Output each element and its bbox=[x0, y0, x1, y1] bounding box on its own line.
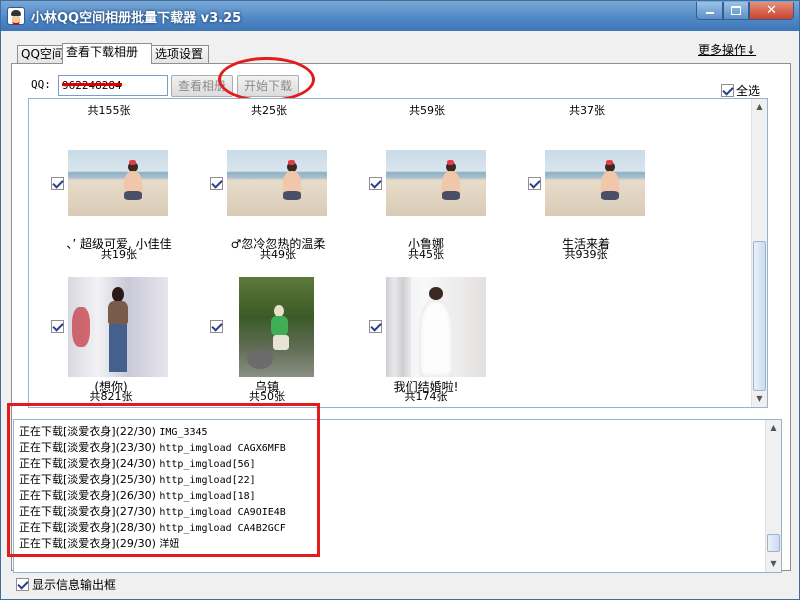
select-all-checkbox[interactable]: 全选 bbox=[721, 82, 760, 99]
annotation-rectangle bbox=[7, 403, 320, 557]
album-count: 共50张 bbox=[249, 390, 285, 403]
scroll-thumb[interactable] bbox=[767, 534, 780, 552]
album-count: 共19张 bbox=[101, 248, 137, 261]
album-thumbnail bbox=[68, 277, 168, 377]
album-checkbox[interactable] bbox=[528, 177, 541, 190]
annotation-ellipse bbox=[218, 57, 315, 102]
album-checkbox[interactable] bbox=[51, 320, 64, 333]
album-count: 共155张 bbox=[87, 104, 131, 117]
select-all-label: 全选 bbox=[736, 84, 761, 98]
maximize-icon bbox=[731, 6, 741, 15]
show-output-checkbox[interactable]: 显示信息输出框 bbox=[16, 576, 116, 593]
album-count: 共939张 bbox=[564, 248, 608, 261]
minimize-icon bbox=[705, 11, 714, 14]
close-button[interactable]: ✕ bbox=[749, 2, 794, 20]
window-title: 小林QQ空间相册批量下载器 v3.25 bbox=[31, 11, 242, 26]
checkbox-icon bbox=[16, 578, 29, 591]
album-checkbox[interactable] bbox=[369, 320, 382, 333]
maximize-button[interactable] bbox=[723, 2, 749, 20]
log-scrollbar[interactable]: ▲ ▼ bbox=[765, 420, 781, 572]
redaction-mark bbox=[62, 83, 122, 86]
app-icon bbox=[7, 7, 25, 25]
album-scrollbar[interactable]: ▲ ▼ bbox=[751, 99, 767, 407]
album-thumbnail bbox=[68, 150, 168, 216]
album-count: 共59张 bbox=[409, 104, 445, 117]
tab-view-download-albums[interactable]: 查看下载相册 bbox=[62, 43, 152, 64]
tab-qq-zone[interactable]: QQ空间 bbox=[17, 45, 64, 63]
album-checkbox[interactable] bbox=[210, 177, 223, 190]
album-checkbox[interactable] bbox=[210, 320, 223, 333]
qq-label: QQ: bbox=[31, 78, 51, 91]
close-icon: ✕ bbox=[766, 3, 777, 18]
show-output-label: 显示信息输出框 bbox=[32, 578, 117, 592]
album-count: 共174张 bbox=[404, 390, 448, 403]
album-checkbox[interactable] bbox=[369, 177, 382, 190]
tab-options[interactable]: 选项设置 bbox=[151, 45, 209, 63]
scroll-down-arrow-icon[interactable]: ▼ bbox=[752, 391, 767, 407]
album-checkbox[interactable] bbox=[51, 177, 64, 190]
album-thumbnail bbox=[239, 277, 314, 377]
album-thumbnail bbox=[386, 150, 486, 216]
album-thumbnail bbox=[386, 277, 486, 377]
album-count: 共49张 bbox=[260, 248, 296, 261]
main-window: 小林QQ空间相册批量下载器 v3.25 ✕ QQ空间 查看下载相册 选项设置 更… bbox=[0, 0, 800, 600]
scroll-up-arrow-icon[interactable]: ▲ bbox=[766, 420, 781, 436]
scroll-thumb[interactable] bbox=[753, 241, 766, 391]
album-thumbnail bbox=[227, 150, 327, 216]
album-count: 共37张 bbox=[569, 104, 605, 117]
album-grid[interactable]: 共155张 共25张 共59张 共37张 、’ 超级可爱, 小佳佳 共19张 ♂… bbox=[28, 98, 768, 408]
title-bar[interactable]: 小林QQ空间相册批量下载器 v3.25 ✕ bbox=[1, 1, 799, 31]
album-count: 共45张 bbox=[408, 248, 444, 261]
scroll-up-arrow-icon[interactable]: ▲ bbox=[752, 99, 767, 115]
scroll-down-arrow-icon[interactable]: ▼ bbox=[766, 556, 781, 572]
album-thumbnail bbox=[545, 150, 645, 216]
album-count: 共821张 bbox=[89, 390, 133, 403]
minimize-button[interactable] bbox=[696, 2, 723, 20]
album-count: 共25张 bbox=[251, 104, 287, 117]
checkbox-icon bbox=[721, 84, 734, 97]
more-operations-link[interactable]: 更多操作↓ bbox=[698, 41, 756, 58]
